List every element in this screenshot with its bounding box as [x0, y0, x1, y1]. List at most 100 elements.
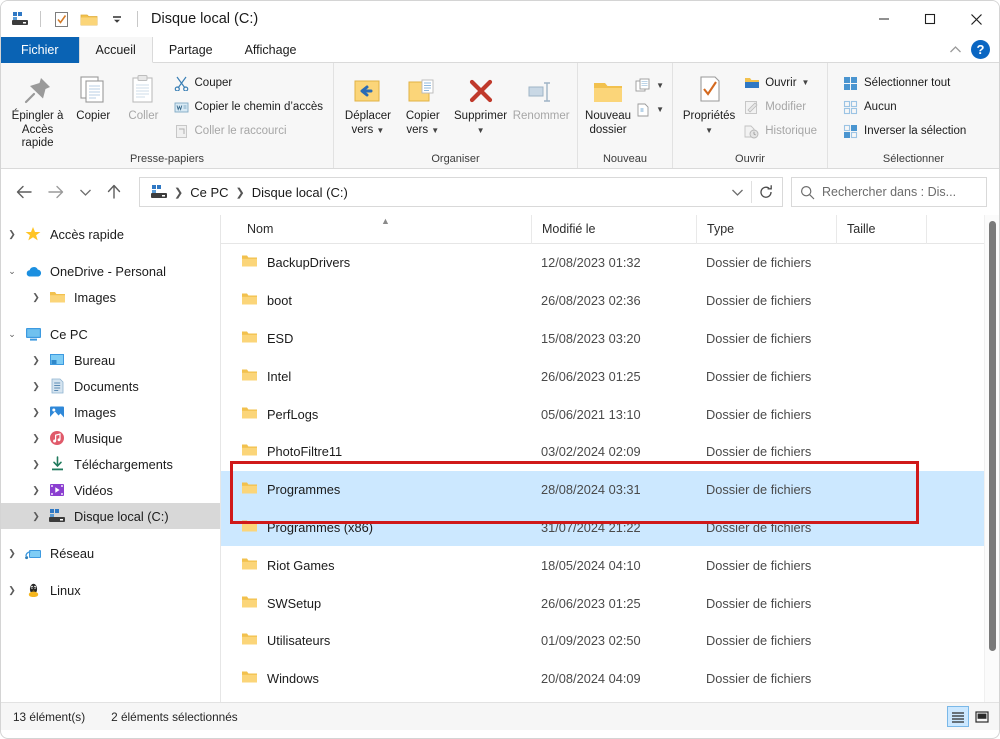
table-row[interactable]: PhotoFiltre1103/02/2024 02:09Dossier de … — [221, 433, 999, 471]
chevron-down-icon[interactable]: ⌄ — [1, 266, 23, 277]
back-button[interactable] — [9, 177, 39, 207]
select-none-button[interactable]: Aucun — [838, 96, 970, 118]
table-row[interactable]: SWSetup26/06/2023 01:25Dossier de fichie… — [221, 584, 999, 622]
chevron-down-icon[interactable] — [723, 178, 751, 206]
table-row[interactable]: ESD15/08/2023 03:20Dossier de fichiers — [221, 320, 999, 358]
chevron-right-icon[interactable]: ❯ — [25, 355, 47, 366]
rename-button[interactable]: Renommer — [511, 67, 571, 124]
tab-partage[interactable]: Partage — [153, 37, 229, 63]
chevron-right-icon[interactable]: ❯ — [1, 229, 23, 240]
breadcrumb-separator-1[interactable]: ❯ — [172, 186, 185, 199]
easy-access-button[interactable]: ▼ — [632, 99, 666, 121]
sidebar-item-onedrive[interactable]: ⌄ OneDrive - Personal — [1, 258, 220, 284]
help-icon[interactable]: ? — [971, 40, 990, 59]
sidebar-item-musique[interactable]: ❯ Musique — [1, 425, 220, 451]
pin-to-quick-access-button[interactable]: Épingler àAccès rapide — [7, 67, 68, 151]
edit-button[interactable]: Modifier — [739, 96, 821, 118]
table-row[interactable]: PerfLogs05/06/2021 13:10Dossier de fichi… — [221, 395, 999, 433]
sidebar-item-bureau[interactable]: ❯ Bureau — [1, 347, 220, 373]
vertical-scrollbar[interactable] — [984, 215, 999, 702]
navigation-pane[interactable]: ❯ Accès rapide ⌄ OneDrive - Personal ❯ — [1, 215, 221, 702]
maximize-button[interactable] — [907, 1, 953, 37]
chevron-right-icon[interactable]: ❯ — [1, 548, 23, 559]
breadcrumb-separator-2[interactable]: ❯ — [234, 186, 247, 199]
drive-icon[interactable] — [9, 8, 31, 30]
table-row[interactable]: BackupDrivers12/08/2023 01:32Dossier de … — [221, 244, 999, 282]
table-row[interactable]: Utilisateurs01/09/2023 02:50Dossier de f… — [221, 622, 999, 660]
chevron-right-icon[interactable]: ❯ — [25, 433, 47, 444]
paste-shortcut-button[interactable]: Coller le raccourci — [169, 120, 327, 142]
chevron-down-icon[interactable]: ⌄ — [1, 329, 23, 340]
sidebar-item-ce-pc[interactable]: ⌄ Ce PC — [1, 321, 220, 347]
breadcrumb-ce-pc[interactable]: Ce PC — [186, 185, 232, 200]
sidebar-item-disque-local[interactable]: ❯ Disque local (C:) — [1, 503, 220, 529]
tab-accueil[interactable]: Accueil — [79, 37, 153, 63]
breadcrumb-disque-local[interactable]: Disque local (C:) — [248, 185, 352, 200]
open-button[interactable]: Ouvrir ▼ — [739, 72, 821, 94]
chevron-right-icon[interactable]: ❯ — [25, 485, 47, 496]
new-folder-button[interactable]: Nouveaudossier — [584, 67, 632, 137]
paste-button[interactable]: Coller — [118, 67, 168, 124]
move-to-button[interactable]: Déplacervers ▼ — [340, 67, 396, 137]
scrollbar-thumb[interactable] — [989, 221, 996, 651]
sidebar-item-videos[interactable]: ❯ Vidéos — [1, 477, 220, 503]
search-input[interactable]: Rechercher dans : Dis... — [822, 185, 956, 199]
invert-selection-button[interactable]: Inverser la sélection — [838, 120, 970, 142]
table-row[interactable]: Windows20/08/2024 04:09Dossier de fichie… — [221, 660, 999, 698]
table-row[interactable]: Programmes (x86)31/07/2024 21:22Dossier … — [221, 509, 999, 547]
chevron-up-icon[interactable] — [945, 40, 965, 60]
chevron-right-icon[interactable]: ❯ — [25, 407, 47, 418]
chevron-right-icon[interactable]: ❯ — [25, 381, 47, 392]
recent-locations-button[interactable] — [73, 177, 97, 207]
forward-button[interactable] — [41, 177, 71, 207]
drive-icon[interactable] — [148, 185, 171, 199]
new-folder-icon[interactable] — [78, 8, 100, 30]
table-row[interactable]: Intel26/06/2023 01:25Dossier de fichiers — [221, 357, 999, 395]
sidebar-item-reseau[interactable]: ❯ Réseau — [1, 540, 220, 566]
new-item-button[interactable]: ▼ — [632, 75, 666, 97]
sidebar-item-acces-rapide[interactable]: ❯ Accès rapide — [1, 221, 220, 247]
delete-button[interactable]: Supprimer▼ — [450, 67, 512, 137]
cut-button[interactable]: Couper — [169, 72, 327, 94]
tab-affichage[interactable]: Affichage — [229, 37, 313, 63]
details-view-icon[interactable] — [947, 706, 969, 727]
refresh-icon[interactable] — [752, 178, 780, 206]
sidebar-item-images[interactable]: ❯ Images — [1, 399, 220, 425]
chevron-right-icon[interactable]: ❯ — [1, 585, 23, 596]
move-to-label: Déplacervers ▼ — [345, 110, 391, 137]
properties-button[interactable]: Propriétés▼ — [679, 67, 739, 137]
select-all-button[interactable]: Sélectionner tout — [838, 72, 970, 94]
table-row[interactable]: Riot Games18/05/2024 04:10Dossier de fic… — [221, 546, 999, 584]
ribbon-group-nouveau: Nouveaudossier ▼ — [578, 63, 673, 168]
close-button[interactable] — [953, 1, 999, 37]
table-row[interactable]: boot26/08/2023 02:36Dossier de fichiers — [221, 282, 999, 320]
copy-button[interactable]: Copier — [68, 67, 118, 124]
chevron-right-icon[interactable]: ❯ — [25, 459, 47, 470]
properties-label: Propriétés▼ — [683, 110, 735, 137]
column-header-taille[interactable]: Taille — [836, 215, 926, 244]
history-label: Historique — [765, 125, 817, 137]
minimize-button[interactable] — [861, 1, 907, 37]
sidebar-item-linux[interactable]: ❯ Linux — [1, 577, 220, 603]
history-button[interactable]: Historique — [739, 120, 821, 142]
column-header-type[interactable]: Type — [696, 215, 836, 244]
copy-to-button[interactable]: Copiervers ▼ — [396, 67, 450, 137]
large-icons-view-icon[interactable] — [971, 706, 993, 727]
column-header-nom[interactable]: Nom ▲ — [221, 215, 531, 244]
table-row[interactable]: Programmes28/08/2024 03:31Dossier de fic… — [221, 471, 999, 509]
tab-fichier[interactable]: Fichier — [1, 37, 79, 63]
cut-label: Couper — [195, 77, 233, 89]
file-name-cell: ESD — [221, 330, 531, 347]
search-box[interactable]: Rechercher dans : Dis... — [791, 177, 987, 207]
up-button[interactable] — [99, 177, 129, 207]
sidebar-item-documents[interactable]: ❯ Documents — [1, 373, 220, 399]
copy-path-button[interactable]: Copier le chemin d’accès — [169, 96, 327, 118]
checkbox-properties-icon[interactable] — [50, 8, 72, 30]
column-header-modifie-le[interactable]: Modifié le — [531, 215, 696, 244]
sidebar-item-onedrive-images[interactable]: ❯ Images — [1, 284, 220, 310]
address-bar[interactable]: ❯ Ce PC ❯ Disque local (C:) — [139, 177, 783, 207]
chevron-right-icon[interactable]: ❯ — [25, 292, 47, 303]
chevron-right-icon[interactable]: ❯ — [25, 511, 47, 522]
customize-dropdown-icon[interactable] — [106, 8, 128, 30]
sidebar-item-telechargements[interactable]: ❯ Téléchargements — [1, 451, 220, 477]
